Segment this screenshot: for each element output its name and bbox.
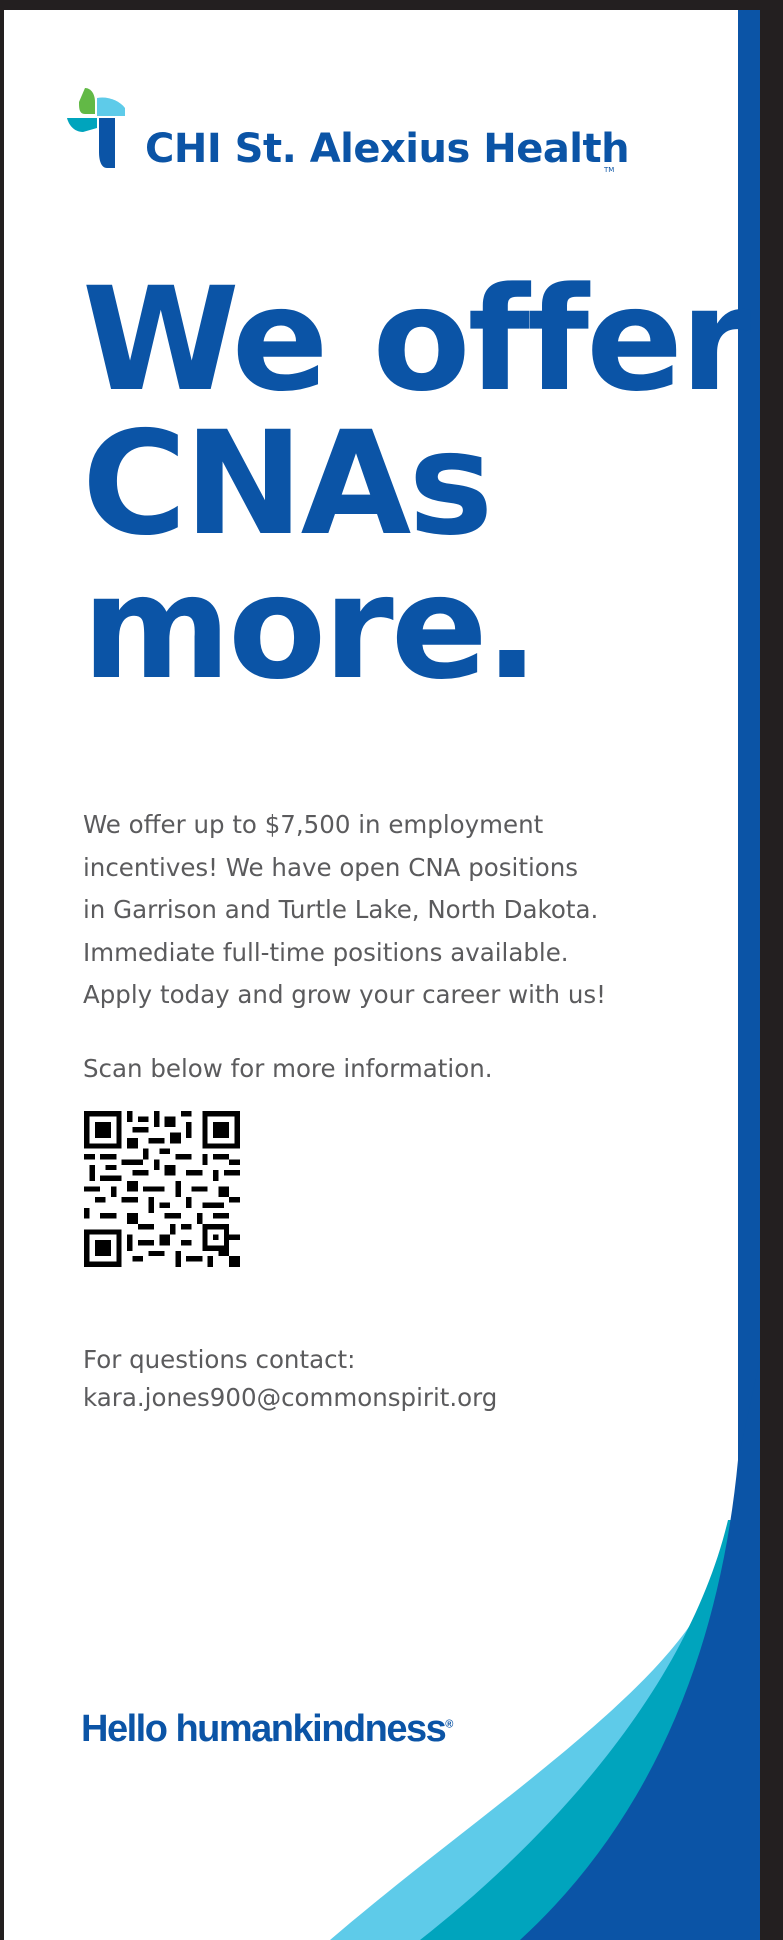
body-copy: We offer up to $7,500 in employment ince… [83, 804, 703, 1017]
frame-left [0, 0, 4, 1940]
flyer-page: CHI St. Alexius Health TM We offer CNAs … [0, 0, 783, 1940]
brand-name: CHI St. Alexius Health [145, 126, 630, 172]
headline-line-1: We offer [82, 256, 751, 423]
headline: We offer CNAs more. [82, 256, 751, 711]
body-line: We offer up to $7,500 in employment [83, 810, 544, 839]
contact-label: For questions contact: [83, 1345, 356, 1374]
frame-top [0, 0, 783, 10]
contact-email-link[interactable]: kara.jones900@commonspirit.org [83, 1379, 497, 1417]
frame-right [760, 0, 783, 1940]
tagline: Hello humankindness® [81, 1708, 453, 1751]
body-line: Immediate full-time positions available. [83, 937, 569, 967]
chi-cross-logo-icon [67, 88, 125, 168]
brand-logo: CHI St. Alexius Health TM [67, 88, 630, 178]
headline-line-2: CNAs [82, 400, 493, 567]
contact-block: For questions contact: kara.jones900@com… [83, 1341, 497, 1417]
body-line: incentives! We have open CNA positions [83, 852, 579, 882]
body-line: in Garrison and Turtle Lake, North Dakot… [83, 895, 599, 924]
wave-decoration [330, 1350, 762, 1940]
headline-line-3: more. [82, 544, 539, 711]
qr-code-icon[interactable] [84, 1111, 240, 1267]
body-line: Apply today and grow your career with us… [83, 980, 606, 1009]
tagline-text: Hello humankindness [81, 1708, 447, 1750]
registered-mark: ® [445, 1718, 454, 1731]
scan-instruction: Scan below for more information. [83, 1054, 493, 1083]
trademark: TM [604, 166, 615, 174]
